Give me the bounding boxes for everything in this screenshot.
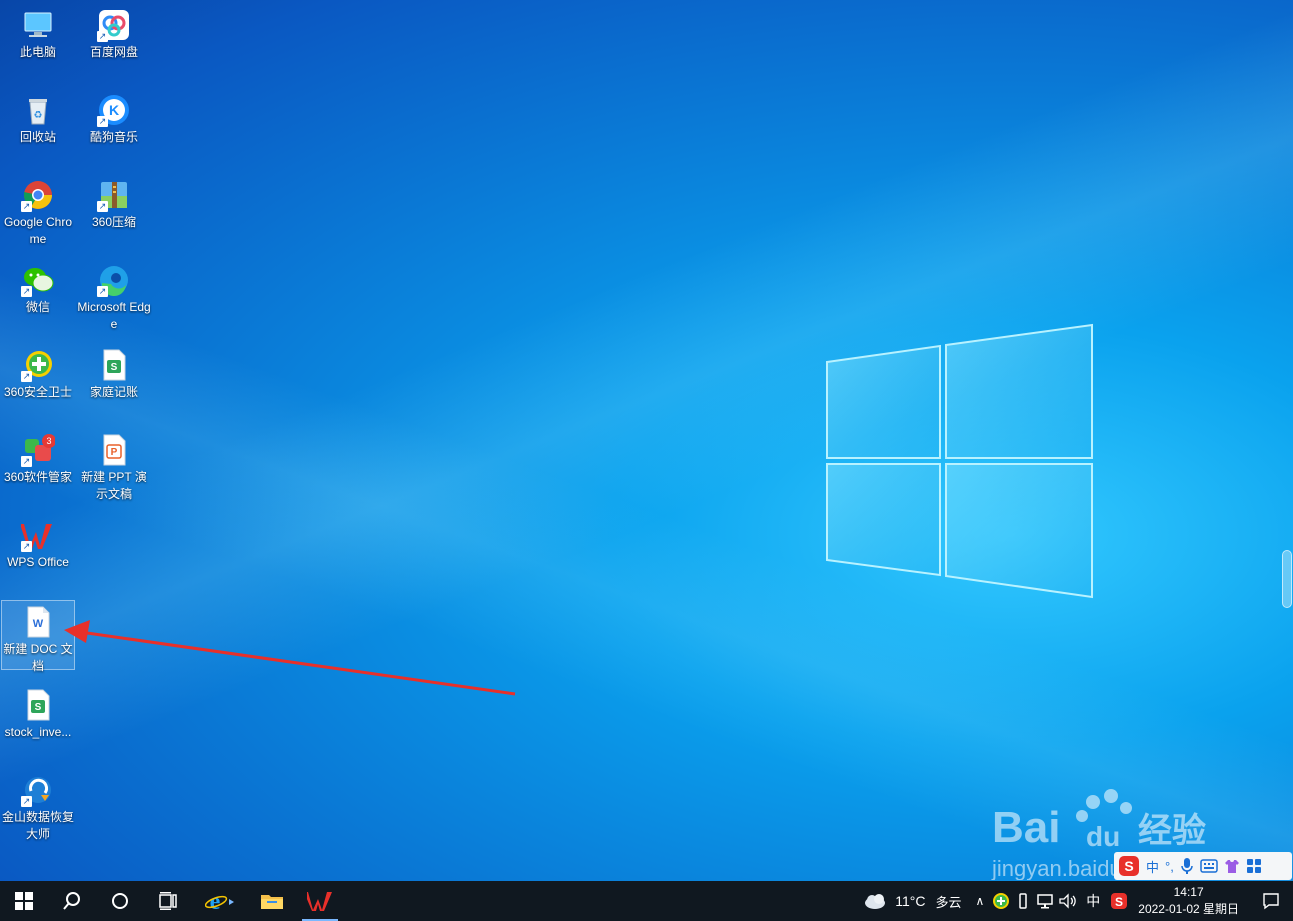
- network-icon[interactable]: [1036, 892, 1054, 910]
- start-button[interactable]: [0, 881, 48, 921]
- task-view-icon: [159, 892, 177, 910]
- show-hidden-icons-chevron-icon[interactable]: ∧: [975, 894, 984, 908]
- 360-security-tray-icon[interactable]: [992, 892, 1010, 910]
- volume-slider-handle[interactable]: [1282, 550, 1292, 608]
- system-tray: 11°C 多云 ∧ 中 S 14:17 2022-01-02 星期日: [863, 881, 1293, 921]
- keyboard-icon[interactable]: [1200, 859, 1218, 873]
- sogou-logo-icon[interactable]: S: [1118, 855, 1140, 877]
- folder-icon: [261, 895, 283, 909]
- svg-text:e: e: [210, 889, 221, 913]
- sogou-tray-icon[interactable]: S: [1110, 892, 1128, 910]
- task-view-button[interactable]: [144, 881, 192, 921]
- clock-date: 2022-01-02 星期日: [1138, 902, 1239, 916]
- microphone-icon[interactable]: [1180, 857, 1194, 875]
- speaker-volume-icon[interactable]: [1058, 892, 1078, 910]
- taskbar-file-explorer-button[interactable]: [248, 881, 296, 921]
- watermark-paw: du: [1086, 821, 1120, 852]
- cortana-circle-icon: [112, 893, 128, 909]
- internet-explorer-icon: e: [205, 889, 234, 913]
- cortana-button[interactable]: [96, 881, 144, 921]
- watermark-cn: 经验: [1138, 811, 1206, 851]
- svg-text:S: S: [1124, 858, 1133, 874]
- ime-mode-toggle[interactable]: 中: [1146, 857, 1159, 876]
- cloudy-weather-icon[interactable]: [863, 892, 889, 910]
- clock-time: 14:17: [1173, 885, 1204, 899]
- ime-toolbar[interactable]: S 中 °,: [1114, 852, 1292, 880]
- search-button[interactable]: [48, 881, 96, 921]
- ime-punctuation-toggle[interactable]: °,: [1165, 859, 1174, 874]
- weather-temperature[interactable]: 11°C: [895, 893, 925, 909]
- taskbar-ie-button[interactable]: e: [192, 881, 248, 921]
- taskbar-wps-button[interactable]: [296, 881, 344, 921]
- input-method-indicator[interactable]: 中: [1086, 891, 1100, 911]
- windows-start-icon: [15, 892, 33, 910]
- red-annotation-arrow: [64, 620, 516, 696]
- wps-icon: [307, 892, 332, 911]
- desktop[interactable]: 此电脑 ♻ 回收站 ↗ Google Chrome ↗ 微信 ↗ 360安全卫士…: [0, 0, 1293, 881]
- usb-device-icon[interactable]: [1014, 892, 1032, 910]
- clock[interactable]: 14:17 2022-01-02 星期日: [1138, 884, 1239, 918]
- toolbox-grid-icon[interactable]: [1246, 858, 1262, 874]
- skin-shirt-icon[interactable]: [1224, 858, 1240, 874]
- watermark-brand: Bai: [992, 803, 1060, 852]
- svg-text:S: S: [1115, 895, 1123, 909]
- notification-icon: [1263, 893, 1279, 910]
- search-icon: [63, 892, 80, 910]
- action-center-button[interactable]: [1249, 881, 1293, 921]
- weather-description[interactable]: 多云: [935, 892, 961, 911]
- taskbar: e 11°C 多云 ∧ 中 S 14:17 2022-01-02 星期日: [0, 881, 1293, 921]
